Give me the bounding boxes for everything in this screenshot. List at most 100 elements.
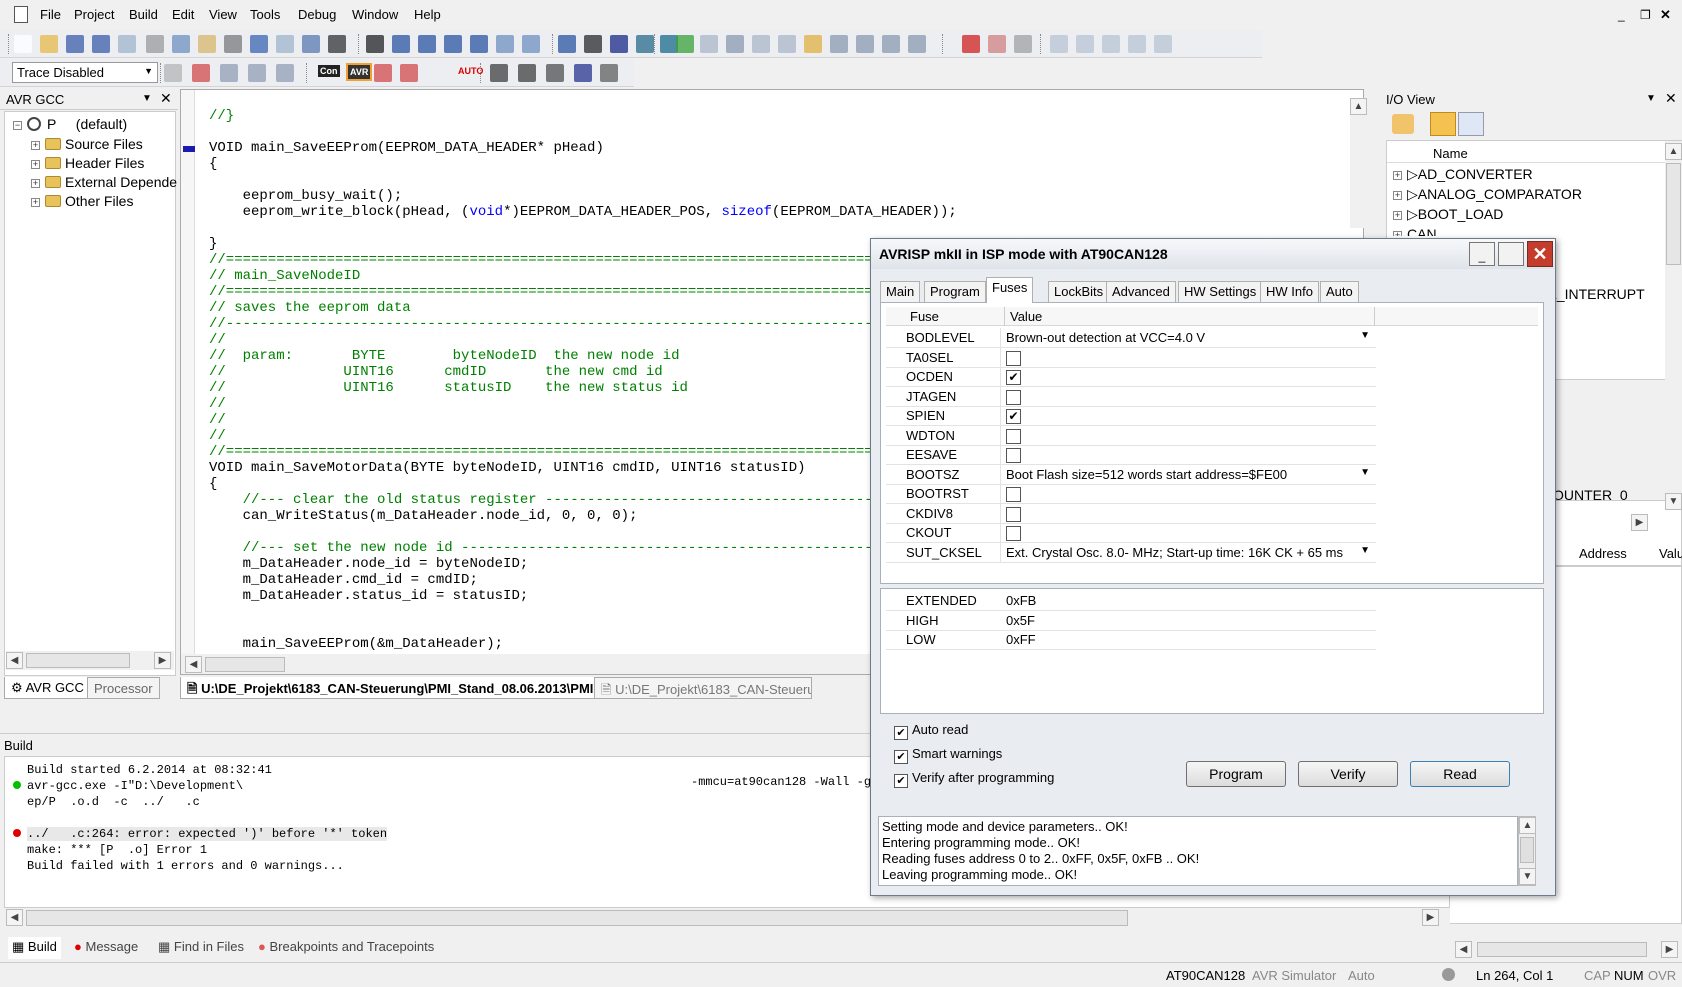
- con-icon[interactable]: Con: [318, 65, 340, 77]
- io-column-address[interactable]: Address: [1579, 546, 1627, 561]
- read-button[interactable]: Read: [1410, 761, 1510, 787]
- menu-tools[interactable]: Tools: [250, 7, 280, 22]
- fuse-row[interactable]: OCDEN ✔: [886, 367, 1376, 387]
- cut-icon[interactable]: [146, 35, 164, 53]
- expand-icon[interactable]: +: [31, 141, 40, 150]
- dialog-tab-program[interactable]: Program: [924, 281, 986, 302]
- menu-window[interactable]: Window: [352, 7, 398, 22]
- editor-hscroll[interactable]: ◀: [181, 654, 871, 674]
- fuse-checkbox[interactable]: [1006, 448, 1021, 463]
- menu-edit[interactable]: Edit: [172, 7, 194, 22]
- play-icon[interactable]: [676, 35, 694, 53]
- trace-1-icon[interactable]: [164, 64, 182, 82]
- registers-icon[interactable]: [1102, 35, 1120, 53]
- save-icon[interactable]: [66, 35, 84, 53]
- expand-icon[interactable]: +: [1393, 211, 1402, 220]
- bookmark-clear-icon[interactable]: [470, 35, 488, 53]
- close-panel-icon[interactable]: ✕: [160, 90, 172, 107]
- print-icon[interactable]: [224, 35, 242, 53]
- dropdown-icon[interactable]: ▼: [1646, 93, 1656, 104]
- scroll-thumb[interactable]: [26, 653, 130, 668]
- menu-debug[interactable]: Debug: [298, 7, 336, 22]
- fuse-row[interactable]: BOOTSZ Boot Flash size=512 words start ad…: [886, 464, 1376, 485]
- io-column-value[interactable]: Valu: [1659, 546, 1682, 561]
- menu-file[interactable]: File: [40, 7, 61, 22]
- braces2-icon[interactable]: [908, 35, 926, 53]
- fuse-checkbox[interactable]: [1006, 389, 1021, 405]
- io-item-boot-load[interactable]: + ▷BOOT_LOAD: [1393, 206, 1503, 223]
- fuse-row[interactable]: TA0SEL: [886, 347, 1376, 368]
- trace-5-icon[interactable]: [276, 64, 294, 82]
- expand-icon[interactable]: +: [31, 179, 40, 188]
- build-icon[interactable]: [584, 35, 602, 53]
- fuse-row[interactable]: SUT_CKSEL Ext. Crystal Osc. 8.0- MHz; Sta…: [886, 542, 1376, 563]
- minimize-icon[interactable]: _: [1618, 8, 1625, 22]
- scroll-down-icon[interactable]: ▼: [1665, 493, 1682, 510]
- io-view-icon[interactable]: [1154, 35, 1172, 53]
- expand-icon[interactable]: +: [1393, 171, 1402, 180]
- memory-icon[interactable]: [1076, 35, 1094, 53]
- io-item-ad-converter[interactable]: + ▷AD_CONVERTER: [1393, 166, 1533, 183]
- scroll-right-icon[interactable]: ▶: [1422, 909, 1439, 926]
- option-auto-read[interactable]: ✔ Auto read: [894, 722, 968, 740]
- fuse-byte-value[interactable]: 0x5F: [1006, 613, 1035, 628]
- paste-icon[interactable]: [198, 35, 216, 53]
- fuse-row[interactable]: CKOUT: [886, 523, 1376, 543]
- tree-folder-other[interactable]: + Other Files: [31, 193, 133, 209]
- trace-11-icon[interactable]: [574, 64, 592, 82]
- tab-avr-gcc[interactable]: ⚙ AVR GCC: [4, 677, 91, 699]
- fuse-byte-row[interactable]: EXTENDED 0xFB: [886, 591, 1376, 611]
- indent-icon[interactable]: [496, 35, 514, 53]
- tab-breakpoints[interactable]: ● Breakpoints and Tracepoints: [254, 937, 438, 959]
- document-icon[interactable]: [14, 6, 28, 23]
- reset-icon[interactable]: [778, 35, 796, 53]
- dialog-close-icon[interactable]: ✕: [1527, 241, 1553, 267]
- tree-folder-external[interactable]: + External Depende: [31, 174, 177, 190]
- window-icon[interactable]: [302, 35, 320, 53]
- trace-10-icon[interactable]: [546, 64, 564, 82]
- dialog-tab-lockbits[interactable]: LockBits: [1048, 281, 1110, 302]
- tree-view-icon[interactable]: [1430, 112, 1456, 136]
- scroll-left-icon[interactable]: ◀: [6, 909, 23, 926]
- dialog-tab-main[interactable]: Main: [880, 281, 921, 302]
- scroll-right-icon[interactable]: ▶: [1631, 514, 1648, 531]
- stop-icon[interactable]: [700, 35, 718, 53]
- fuse-checkbox[interactable]: [1006, 526, 1021, 541]
- trace-6-icon[interactable]: [374, 64, 392, 82]
- tree-folder-source[interactable]: + Source Files: [31, 136, 143, 152]
- restore-icon[interactable]: ❐: [1640, 8, 1651, 22]
- fuse-value-select[interactable]: Brown-out detection at VCC=4.0 V: [1006, 330, 1205, 345]
- fuse-row[interactable]: BOOTRST: [886, 484, 1376, 504]
- close-panel-icon[interactable]: ✕: [1665, 90, 1677, 107]
- step-over-icon[interactable]: [856, 35, 874, 53]
- bookmark-icon[interactable]: [392, 35, 410, 53]
- bookmark-next-icon[interactable]: [418, 35, 436, 53]
- arrow-right-icon[interactable]: [804, 35, 822, 53]
- fuse-byte-value[interactable]: 0xFB: [1006, 593, 1036, 608]
- scroll-thumb[interactable]: [1666, 163, 1681, 265]
- tree-root[interactable]: − P (default): [13, 116, 127, 132]
- verify-button[interactable]: Verify: [1298, 761, 1398, 787]
- fuse-row[interactable]: JTAGEN: [886, 386, 1376, 407]
- tab-message[interactable]: ● Message: [70, 937, 142, 959]
- scroll-right-icon[interactable]: ▶: [1661, 941, 1678, 958]
- trace-2-icon[interactable]: [192, 64, 210, 82]
- scroll-up-icon[interactable]: ▲: [1665, 143, 1682, 160]
- breakpoint-remove-icon[interactable]: [988, 35, 1006, 53]
- breakpoint-icon[interactable]: [962, 35, 980, 53]
- scroll-up-icon[interactable]: ▲: [1519, 817, 1536, 834]
- copy-icon[interactable]: [172, 35, 190, 53]
- chip-icon[interactable]: [558, 35, 576, 53]
- fuse-row[interactable]: BODLEVEL Brown-out detection at VCC=4.0 V…: [886, 328, 1376, 348]
- dialog-tab-auto[interactable]: Auto: [1320, 281, 1359, 302]
- option-checkbox[interactable]: ✔: [894, 750, 908, 764]
- binoculars-icon[interactable]: [366, 35, 384, 53]
- fuse-byte-row[interactable]: HIGH 0x5F: [886, 611, 1376, 631]
- trace-7-icon[interactable]: [400, 64, 418, 82]
- dialog-maximize-icon[interactable]: [1498, 242, 1524, 266]
- expand-icon[interactable]: +: [31, 160, 40, 169]
- build-hscroll[interactable]: ◀ ▶: [4, 908, 1450, 928]
- bug-icon[interactable]: [610, 35, 628, 53]
- scroll-thumb[interactable]: [205, 657, 285, 672]
- fuse-checkbox[interactable]: [1006, 506, 1021, 522]
